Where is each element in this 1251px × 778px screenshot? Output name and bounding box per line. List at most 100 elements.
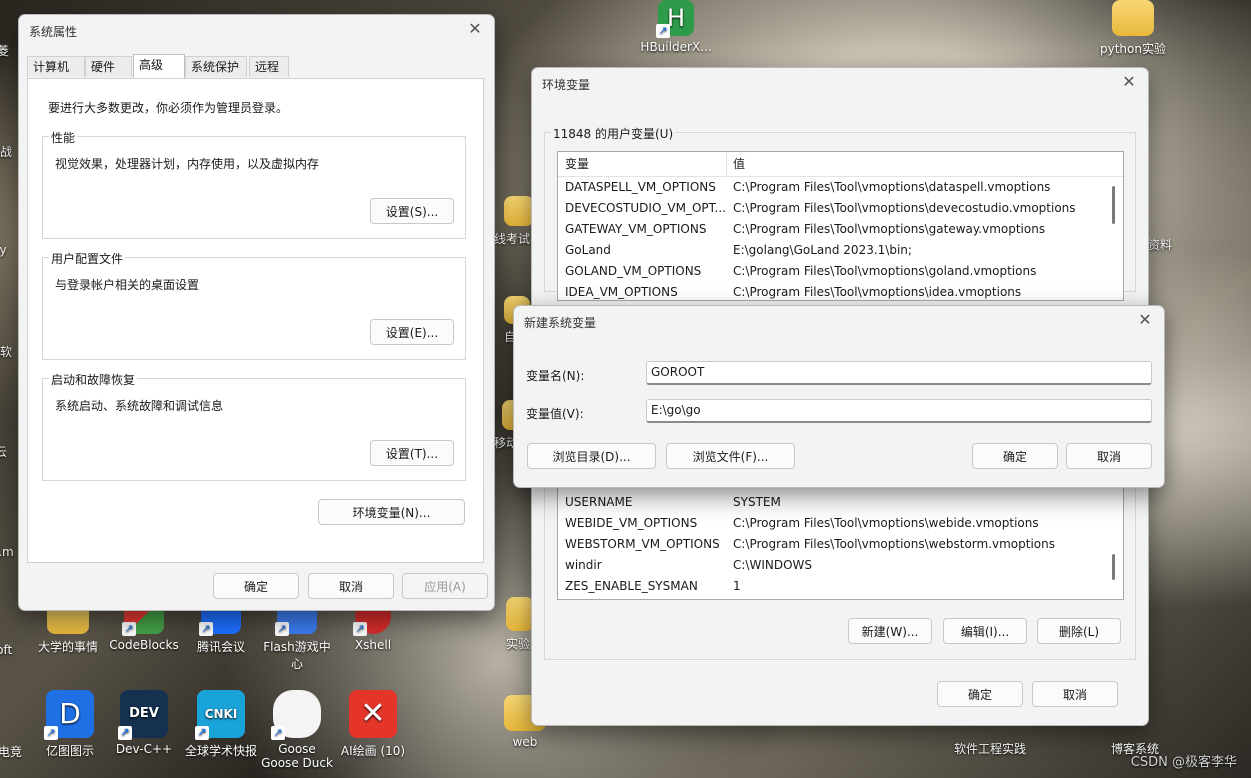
variable-name-input[interactable]: GOROOT bbox=[646, 361, 1152, 385]
variable-name: DEVECOSTUDIO_VM_OPT... bbox=[565, 201, 726, 215]
variable-value: C:\Program Files\Tool\vmoptions\webstorm… bbox=[733, 537, 1055, 551]
group-title: 11848 的用户变量(U) bbox=[551, 125, 676, 142]
list-item[interactable]: GOLAND_VM_OPTIONS C:\Program Files\Tool\v… bbox=[558, 261, 1123, 282]
icon-label: Goose bbox=[278, 742, 316, 756]
close-icon[interactable]: ✕ bbox=[1120, 73, 1138, 91]
variable-value: C:\Program Files\Tool\vmoptions\webide.v… bbox=[733, 516, 1039, 530]
browse-file-button[interactable]: 浏览文件(F)... bbox=[666, 443, 795, 469]
list-item[interactable]: GoLand E:\golang\GoLand 2023.1\bin; bbox=[558, 240, 1123, 261]
ok-button[interactable]: 确定 bbox=[937, 681, 1023, 707]
desktop-icon-edraw[interactable]: D 亿图图示 bbox=[30, 690, 110, 759]
system-variables-list[interactable]: USERNAME SYSTEM WEBIDE_VM_OPTIONS C:\Progr… bbox=[557, 482, 1124, 600]
edge-label: soft bbox=[0, 643, 13, 657]
group-description: 系统启动、系统故障和调试信息 bbox=[55, 399, 224, 413]
icon-label: 亿图图示 bbox=[45, 744, 94, 758]
list-item[interactable]: WEBSTORM_VM_OPTIONS C:\Program Files\Tool… bbox=[558, 534, 1123, 555]
list-item[interactable]: windir C:\WINDOWS bbox=[558, 555, 1123, 576]
scrollbar-thumb[interactable] bbox=[1112, 554, 1115, 580]
user-variables-list[interactable]: 变量 值 DATASPELL_VM_OPTIONS C:\Program File… bbox=[557, 151, 1124, 301]
folder-icon bbox=[504, 196, 534, 226]
column-header-value[interactable]: 值 bbox=[733, 152, 745, 176]
variable-value: C:\Program Files\Tool\vmoptions\goland.v… bbox=[733, 264, 1037, 278]
close-icon[interactable]: ✕ bbox=[466, 20, 484, 38]
folder-icon bbox=[506, 597, 534, 631]
variable-value-label: 变量值(V): bbox=[526, 407, 584, 421]
tab-remote[interactable]: 远程 bbox=[249, 56, 289, 77]
list-item[interactable]: GATEWAY_VM_OPTIONS C:\Program Files\Tool\… bbox=[558, 219, 1123, 240]
list-item[interactable]: USERNAME SYSTEM bbox=[558, 492, 1123, 513]
desktop-icon-python-report[interactable]: python实验 bbox=[1093, 0, 1173, 57]
variable-name: WEBSTORM_VM_OPTIONS bbox=[565, 537, 720, 551]
list-item[interactable]: WEBIDE_VM_OPTIONS C:\Program Files\Tool\v… bbox=[558, 513, 1123, 534]
tab-system-protection[interactable]: 系统保护 bbox=[185, 56, 247, 77]
group-title: 性能 bbox=[49, 129, 78, 146]
edge-label: 全软 bbox=[0, 345, 12, 359]
group-description: 与登录帐户相关的桌面设置 bbox=[55, 278, 200, 292]
close-icon[interactable]: ✕ bbox=[1136, 311, 1154, 329]
performance-group: 性能 视觉效果，处理器计划，内存使用，以及虚拟内存 设置(S)... bbox=[42, 129, 466, 239]
delete-variable-button[interactable]: 删除(L) bbox=[1037, 618, 1121, 644]
list-item[interactable]: IDEA_VM_OPTIONS C:\Program Files\Tool\vmo… bbox=[558, 282, 1123, 300]
profile-settings-button[interactable]: 设置(E)... bbox=[370, 319, 454, 345]
edge-label: 机战 bbox=[0, 145, 12, 159]
tab-computer-name[interactable]: 计算机名 bbox=[27, 56, 85, 95]
titlebar: 系统属性 ✕ bbox=[19, 15, 494, 45]
new-variable-button[interactable]: 新建(W)... bbox=[848, 618, 932, 644]
icon-label: Flash游戏中 bbox=[263, 640, 331, 654]
variable-value: C:\Program Files\Tool\vmoptions\devecost… bbox=[733, 201, 1076, 215]
desktop-icon-ai-painting[interactable]: ✕ AI绘画 (10) bbox=[333, 690, 413, 759]
edraw-icon: D bbox=[44, 690, 94, 740]
window-title: 环境变量 bbox=[542, 78, 591, 92]
browse-directory-button[interactable]: 浏览目录(D)... bbox=[527, 443, 656, 469]
tab-panel: 要进行大多数更改，你必须作为管理员登录。 性能 视觉效果，处理器计划，内存使用，… bbox=[27, 78, 484, 563]
cancel-button[interactable]: 取消 bbox=[308, 573, 394, 599]
edit-variable-button[interactable]: 编辑(I)... bbox=[943, 618, 1027, 644]
desktop-icon-cnki[interactable]: CNKI 全球学术快报 bbox=[181, 690, 261, 759]
variable-value: SYSTEM bbox=[733, 495, 781, 509]
icon-label: 软件工程实践 bbox=[953, 742, 1026, 756]
desktop-icon-hbuilderx[interactable]: H HBuilderX... bbox=[636, 0, 716, 54]
edge-label: 心 bbox=[0, 760, 8, 777]
icon-label: AI绘画 (10) bbox=[340, 744, 406, 758]
edge-label: fy bbox=[0, 243, 7, 257]
ok-button[interactable]: 确定 bbox=[213, 573, 299, 599]
titlebar: 新建系统变量 ✕ bbox=[514, 306, 1164, 336]
group-title: 用户配置文件 bbox=[49, 250, 126, 267]
edge-label: e bbox=[0, 660, 6, 674]
cancel-button[interactable]: 取消 bbox=[1032, 681, 1118, 707]
icon-label: Xshell bbox=[354, 638, 392, 652]
list-item[interactable]: ZES_ENABLE_SYSMAN 1 bbox=[558, 576, 1123, 597]
variable-name-label: 变量名(N): bbox=[526, 369, 585, 383]
variable-value-input[interactable]: E:\go\go bbox=[646, 399, 1152, 423]
tab-hardware[interactable]: 硬件 bbox=[85, 56, 132, 77]
group-title: 启动和故障恢复 bbox=[49, 371, 138, 388]
admin-note: 要进行大多数更改，你必须作为管理员登录。 bbox=[48, 101, 289, 115]
ok-button[interactable]: 确定 bbox=[972, 443, 1058, 469]
tab-advanced[interactable]: 高级 bbox=[133, 54, 185, 78]
icon-label: 全球学术快报 bbox=[184, 744, 257, 758]
performance-settings-button[interactable]: 设置(S)... bbox=[370, 198, 454, 224]
cancel-button[interactable]: 取消 bbox=[1066, 443, 1152, 469]
icon-label: HBuilderX... bbox=[640, 40, 712, 54]
scrollbar-thumb[interactable] bbox=[1112, 186, 1115, 224]
column-header-variable[interactable]: 变量 bbox=[565, 152, 589, 176]
variable-value: C:\WINDOWS bbox=[733, 558, 813, 572]
apply-button[interactable]: 应用(A) bbox=[402, 573, 488, 599]
edge-label: 云 bbox=[0, 445, 7, 459]
folder-icon bbox=[1112, 0, 1154, 36]
desktop-icon-devcpp[interactable]: DEV Dev-C++ bbox=[104, 690, 184, 756]
variable-value: C:\Program Files\Tool\vmoptions\dataspel… bbox=[733, 180, 1051, 194]
icon-label: 腾讯会议 bbox=[196, 640, 245, 654]
variable-value: E:\golang\GoLand 2023.1\bin; bbox=[733, 243, 912, 257]
list-item[interactable]: DATASPELL_VM_OPTIONS C:\Program Files\Too… bbox=[558, 177, 1123, 198]
goose-icon bbox=[271, 690, 321, 740]
icon-label: CodeBlocks bbox=[109, 638, 179, 652]
new-system-variable-dialog: 新建系统变量 ✕ 变量名(N): GOROOT 变量值(V): E:\go\go… bbox=[513, 305, 1165, 488]
variable-value: 1 bbox=[733, 579, 741, 593]
edge-label: 菱 bbox=[0, 44, 9, 58]
window-title: 系统属性 bbox=[29, 25, 78, 39]
startup-settings-button[interactable]: 设置(T)... bbox=[370, 440, 454, 466]
desktop-icon-goose[interactable]: Goose Goose Duck bbox=[257, 690, 337, 770]
environment-variables-button[interactable]: 环境变量(N)... bbox=[318, 499, 465, 525]
list-item[interactable]: DEVECOSTUDIO_VM_OPT... C:\Program Files\T… bbox=[558, 198, 1123, 219]
